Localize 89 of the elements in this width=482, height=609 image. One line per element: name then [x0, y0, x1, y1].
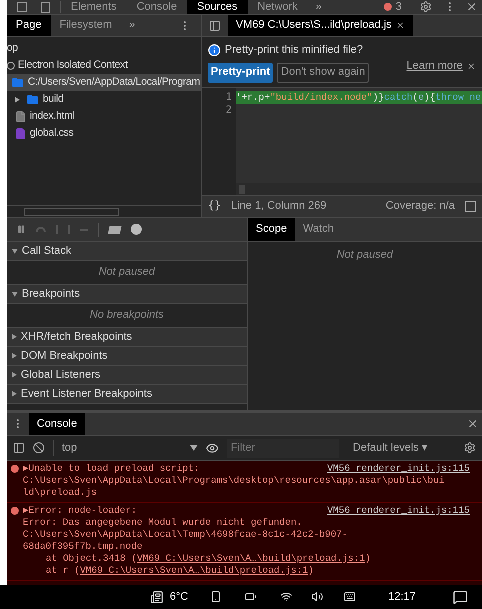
clear-icon[interactable]: [33, 442, 45, 454]
infobar-message: Pretty-print this minified file?: [225, 43, 364, 58]
keyboard-icon[interactable]: [342, 591, 358, 603]
error-icon: [11, 465, 19, 473]
message-text: Error: Das angegebene Modul wurde nicht gefunden.: [23, 517, 304, 529]
dont-show-again-button[interactable]: Don't show again: [277, 62, 370, 82]
message-text: C:\Users\Sven\AppData\Local\Temp\4698fcae-8c1c-42c2-b907-: [23, 529, 349, 541]
scrollbar-thumb[interactable]: [239, 184, 245, 194]
notification-icon[interactable]: [453, 590, 468, 604]
source-link[interactable]: VM69 C:\Users\Sven\A…\build\preload.js:1: [137, 553, 366, 564]
section-header[interactable]: Event Listener Breakpoints: [7, 385, 247, 404]
context-selector[interactable]: top: [53, 440, 198, 456]
close-icon[interactable]: [467, 418, 479, 430]
news-icon[interactable]: [150, 590, 164, 604]
collapse-arrow-icon[interactable]: [12, 248, 18, 254]
sidebar-toggle-icon[interactable]: [13, 442, 25, 454]
phone-icon[interactable]: [210, 591, 222, 603]
volume-icon[interactable]: [311, 591, 324, 603]
panel-tab[interactable]: Network: [248, 0, 308, 14]
section-header[interactable]: Breakpoints: [7, 285, 247, 304]
scrollbar[interactable]: [24, 208, 119, 216]
tree-item[interactable]: global.css: [7, 125, 201, 142]
expand-arrow-icon[interactable]: [12, 353, 17, 359]
panel-tab[interactable]: Elements: [61, 0, 127, 14]
source-link[interactable]: VM56 renderer_init.js:115: [327, 505, 470, 517]
stack-frame: at Object.3418 (VM69 C:\Users\Sven\A…\build\preload.js:1): [23, 553, 478, 565]
section-header[interactable]: Global Listeners: [7, 366, 247, 385]
message-text: ld\preload.js: [23, 487, 98, 499]
close-icon[interactable]: [396, 21, 405, 30]
format-button[interactable]: {}: [208, 198, 222, 215]
panel-tab[interactable]: Sources: [187, 0, 248, 14]
panel-tab[interactable]: Console: [126, 0, 188, 14]
more-tabs-button[interactable]: »: [308, 0, 330, 14]
tree-item[interactable]: C:/Users/Sven/AppData/Local/Program: [7, 74, 201, 91]
empty-message: Not paused: [336, 248, 394, 263]
navigator-tab[interactable]: Filesystem: [50, 15, 122, 36]
dropdown-arrow-icon[interactable]: [190, 445, 198, 451]
expand-arrow-icon[interactable]: [12, 391, 17, 397]
settings-icon[interactable]: [420, 1, 432, 13]
folder-icon: [11, 76, 25, 88]
collapse-arrow-icon[interactable]: [12, 292, 18, 296]
file-icon: [15, 110, 27, 124]
message-text: ▶Error: node-loader:: [23, 505, 138, 517]
close-icon[interactable]: [466, 1, 478, 13]
learn-more-link[interactable]: Learn more: [406, 58, 463, 75]
sidebar-tab[interactable]: Watch: [295, 218, 342, 241]
expand-arrow-icon[interactable]: [15, 96, 20, 102]
pretty-print-button[interactable]: Pretty-print: [208, 62, 274, 82]
section-header[interactable]: Call Stack: [7, 242, 247, 261]
error-icon: [11, 507, 19, 515]
settings-icon[interactable]: [464, 442, 476, 454]
eye-icon[interactable]: [206, 442, 219, 454]
file-tab[interactable]: VM69 C:\Users\S...ild\preload.js: [228, 15, 413, 36]
filter-field[interactable]: Filter: [227, 438, 339, 458]
pause-icon[interactable]: [17, 225, 26, 234]
file-icon: [15, 126, 27, 140]
error-icon: [384, 3, 392, 11]
folder-icon: [26, 94, 40, 106]
info-icon: [208, 44, 221, 57]
weather-text[interactable]: 6°C: [170, 588, 188, 606]
message-text: C:\Users\Sven\AppData\Local\Programs\desktop\resources\app.asar\public\bui: [23, 475, 446, 487]
error-count[interactable]: 3: [396, 0, 402, 14]
navigator-tab[interactable]: Page: [7, 15, 51, 36]
tree-item[interactable]: build: [7, 91, 201, 108]
stack-frame: at r (VM69 C:\Users\Sven\A…\build\preload.js:1): [23, 565, 478, 577]
source-link[interactable]: VM69 C:\Users\Sven\A…\build\preload.js:1: [80, 565, 308, 576]
sidebar-tab[interactable]: Scope: [248, 218, 296, 241]
tree-item[interactable]: index.html: [7, 108, 201, 125]
battery-icon[interactable]: [244, 591, 258, 603]
tree-item[interactable]: Electron Isolated Context: [7, 57, 201, 74]
source-link[interactable]: VM56 renderer_init.js:115: [327, 463, 470, 475]
line-number: 1: [224, 91, 232, 104]
cursor-position: Line 1, Column 269: [231, 199, 327, 214]
message-text: ▶Unable to load preload script:: [23, 463, 200, 475]
levels-dropdown[interactable]: Default levels ▾: [347, 440, 434, 456]
context-icon: [7, 62, 15, 70]
sidebar-toggle-icon[interactable]: [209, 20, 221, 32]
tree-item[interactable]: op: [7, 40, 201, 57]
expand-arrow-icon[interactable]: [12, 372, 17, 378]
more-tabs-button[interactable]: »: [121, 17, 144, 34]
clock[interactable]: 12:17: [388, 588, 416, 606]
coverage-status: Coverage: n/a: [386, 199, 455, 214]
message-text: 68da0f395f7b.tmp.node: [23, 541, 144, 553]
section-header[interactable]: DOM Breakpoints: [7, 347, 247, 366]
drawer-tab[interactable]: Console: [29, 413, 86, 435]
close-icon[interactable]: [467, 62, 476, 71]
expand-arrow-icon[interactable]: [12, 334, 17, 340]
section-header[interactable]: XHR/fetch Breakpoints: [7, 328, 247, 347]
line-number: 2: [224, 104, 232, 117]
